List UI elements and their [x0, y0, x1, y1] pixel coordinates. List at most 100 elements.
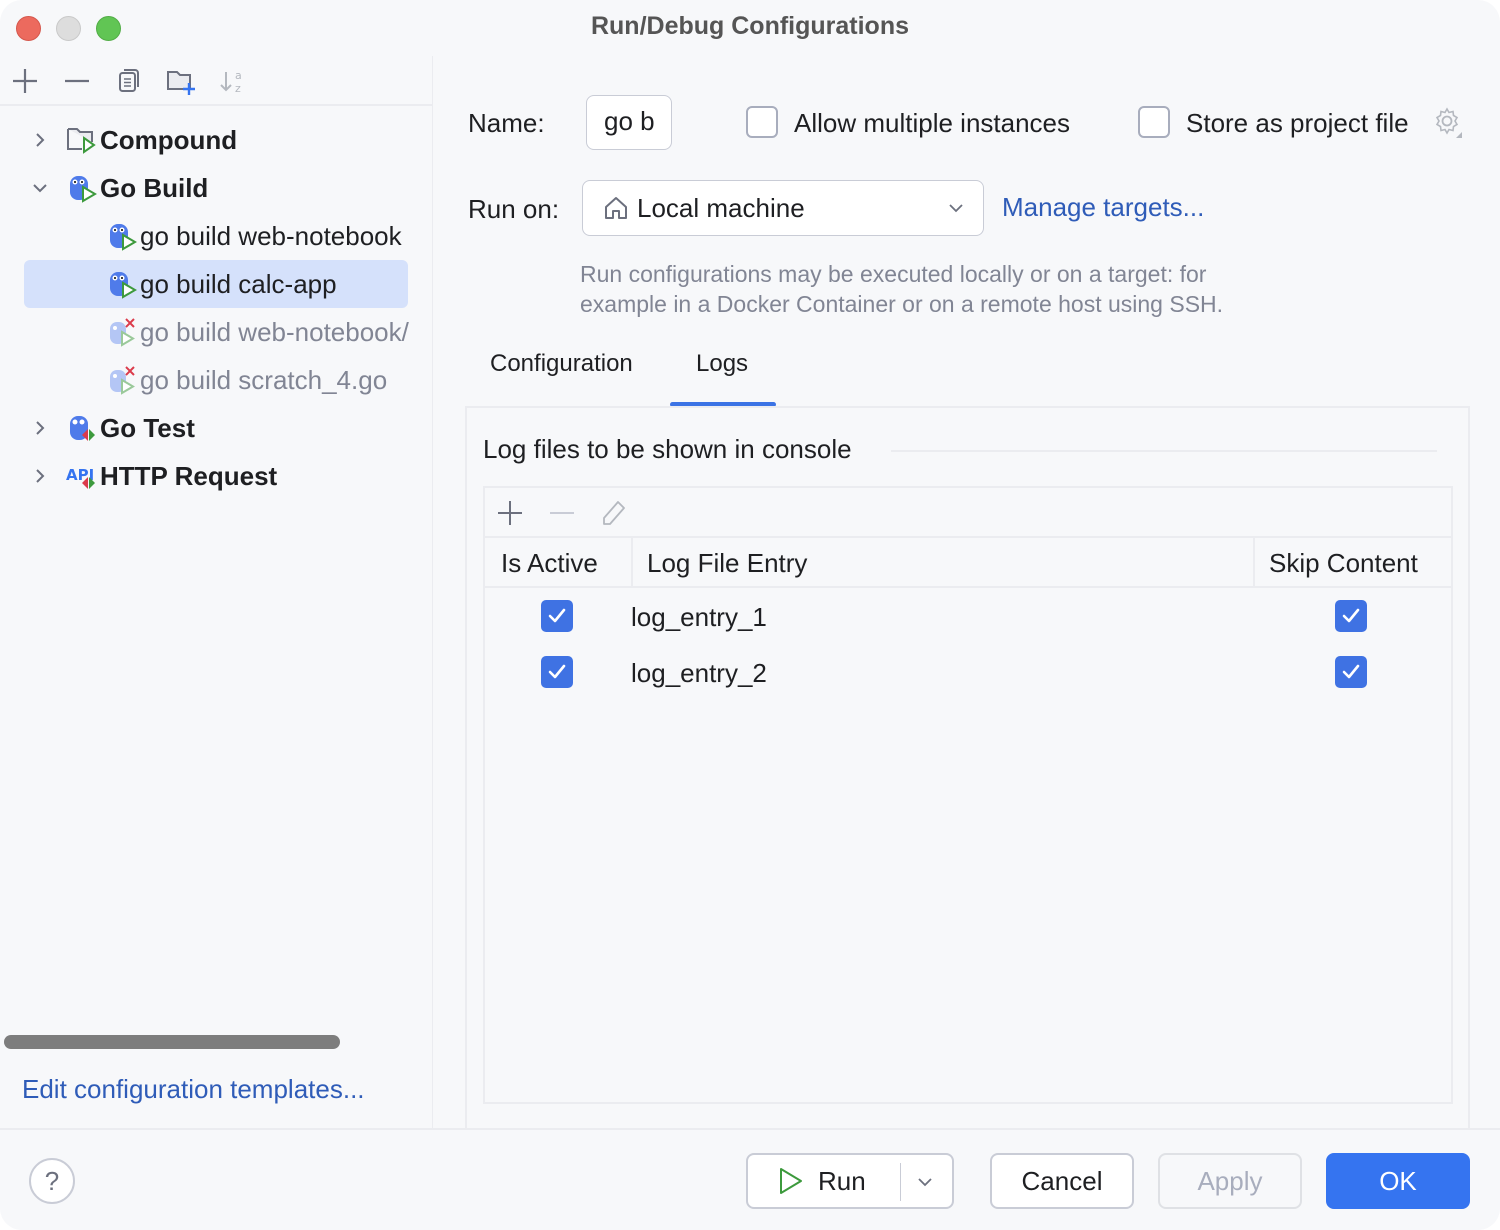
remove-configuration-button[interactable]	[60, 64, 94, 98]
store-as-project-file-checkbox[interactable]	[1138, 106, 1170, 138]
chevron-right-icon[interactable]	[28, 128, 52, 152]
title-bar: Run/Debug Configurations	[0, 0, 1500, 56]
tree-item-http-request[interactable]: API HTTP Request	[28, 452, 277, 500]
tree-item-config[interactable]: go build web-notebook/	[106, 308, 409, 356]
horizontal-scrollbar[interactable]	[4, 1035, 340, 1049]
copy-icon	[119, 69, 139, 92]
section-divider	[891, 450, 1437, 452]
tree-item-go-test[interactable]: Go Test	[28, 404, 195, 452]
cancel-button[interactable]: Cancel	[990, 1153, 1134, 1209]
home-icon	[605, 197, 627, 219]
new-folder-icon	[167, 71, 195, 95]
http-request-icon: API	[66, 460, 98, 492]
tree-item-label: Go Test	[100, 412, 195, 443]
tab-logs[interactable]: Logs	[696, 350, 748, 378]
help-button[interactable]: ?	[29, 1158, 75, 1204]
column-header-log-file-entry[interactable]: Log File Entry	[647, 548, 807, 579]
apply-button[interactable]: Apply	[1158, 1153, 1302, 1209]
run-icon	[780, 1168, 802, 1194]
name-label: Name:	[468, 108, 545, 138]
tree-item-go-build[interactable]: Go Build	[28, 164, 208, 212]
add-log-entry-button[interactable]	[493, 496, 527, 530]
split-divider	[900, 1163, 901, 1201]
window-title: Run/Debug Configurations	[590, 12, 910, 40]
checkmark-icon	[548, 608, 566, 623]
plus-icon	[13, 69, 37, 93]
tree-item-config-selected[interactable]: go build calc-app	[106, 260, 337, 308]
sidebar-toolbar: az	[0, 56, 432, 106]
column-header-skip-content[interactable]: Skip Content	[1269, 548, 1418, 579]
minus-icon	[65, 79, 89, 83]
add-configuration-button[interactable]	[8, 64, 42, 98]
go-build-icon	[106, 220, 138, 252]
tab-configuration[interactable]: Configuration	[490, 350, 633, 378]
remove-log-entry-button[interactable]	[545, 496, 579, 530]
edit-configuration-templates-link[interactable]: Edit configuration templates...	[22, 1074, 365, 1105]
name-input[interactable]: go b	[586, 95, 672, 150]
chevron-down-icon[interactable]	[916, 1175, 934, 1189]
tree-item-label: Go Build	[100, 172, 209, 203]
chevron-down-icon[interactable]	[28, 176, 52, 200]
copy-configuration-button[interactable]	[112, 64, 146, 98]
run-on-hint: Run configurations may be executed local…	[580, 259, 1340, 319]
run-button[interactable]: Run	[746, 1153, 954, 1209]
table-row[interactable]: log_entry_2	[485, 646, 1451, 702]
go-build-icon	[66, 172, 98, 204]
chevron-down-icon	[949, 204, 963, 213]
svg-text:a: a	[235, 69, 242, 82]
configuration-editor: Name: go b Allow multiple instances Stor…	[434, 56, 1500, 1136]
allow-multiple-instances-checkbox[interactable]	[746, 106, 778, 138]
log-file-entry: log_entry_1	[631, 602, 767, 632]
tree-item-compound[interactable]: Compound	[28, 116, 237, 164]
allow-multiple-instances-label: Allow multiple instances	[794, 108, 1071, 138]
compound-folder-icon	[66, 124, 98, 156]
logs-tab-panel: Log files to be shown in console Is Acti…	[465, 406, 1470, 1136]
skip-content-checkbox[interactable]	[1335, 600, 1367, 632]
run-button-label: Run	[818, 1165, 866, 1196]
run-on-value: Local machine	[637, 192, 805, 223]
go-build-icon	[106, 268, 138, 300]
is-active-checkbox[interactable]	[541, 600, 573, 632]
is-active-checkbox[interactable]	[541, 656, 573, 688]
go-build-error-icon	[106, 316, 138, 348]
gear-icon[interactable]	[1432, 106, 1466, 140]
log-files-table: Is Active Log File Entry Skip Content lo…	[483, 486, 1453, 1104]
edit-log-entry-button[interactable]	[597, 496, 631, 530]
tree-item-label: HTTP Request	[100, 460, 278, 491]
table-row[interactable]: log_entry_1	[485, 590, 1451, 646]
configurations-sidebar: az Compound Go Build go build web-notebo…	[0, 56, 433, 1128]
tree-item-label: go build web-notebook	[140, 220, 402, 251]
column-header-is-active[interactable]: Is Active	[501, 548, 598, 579]
manage-targets-link[interactable]: Manage targets...	[1002, 192, 1204, 223]
column-separator[interactable]	[1253, 538, 1255, 586]
skip-content-checkbox[interactable]	[1335, 656, 1367, 688]
checkmark-icon	[1342, 664, 1360, 679]
plus-icon	[498, 501, 522, 525]
hint-line: Run configurations may be executed local…	[580, 261, 1207, 287]
pencil-icon	[603, 501, 625, 525]
tree-item-label: go build scratch_4.go	[140, 364, 388, 395]
checkmark-icon	[548, 664, 566, 679]
minus-icon	[550, 512, 574, 514]
run-debug-configurations-dialog: Run/Debug Configurations az Compound Go …	[0, 0, 1500, 1230]
go-build-error-icon	[106, 364, 138, 396]
table-toolbar	[485, 488, 1451, 538]
chevron-right-icon[interactable]	[28, 464, 52, 488]
ok-button[interactable]: OK	[1326, 1153, 1470, 1209]
sort-alpha-icon: az	[220, 69, 242, 95]
new-folder-button[interactable]	[164, 64, 198, 98]
go-test-icon	[66, 412, 98, 444]
tree-item-config[interactable]: go build scratch_4.go	[106, 356, 387, 404]
dialog-footer: ? Run Cancel Apply OK	[0, 1128, 1500, 1230]
store-as-project-file-label: Store as project file	[1186, 108, 1409, 138]
tree-item-config[interactable]: go build web-notebook	[106, 212, 402, 260]
tree-item-label: go build web-notebook/	[140, 316, 409, 347]
table-header: Is Active Log File Entry Skip Content	[485, 538, 1451, 588]
tree-item-label: Compound	[100, 124, 238, 155]
run-on-dropdown[interactable]: Local machine	[582, 180, 984, 236]
sort-configurations-button[interactable]: az	[216, 64, 250, 98]
chevron-right-icon[interactable]	[28, 416, 52, 440]
checkmark-icon	[1342, 608, 1360, 623]
section-title: Log files to be shown in console	[483, 434, 852, 464]
column-separator[interactable]	[631, 538, 633, 586]
